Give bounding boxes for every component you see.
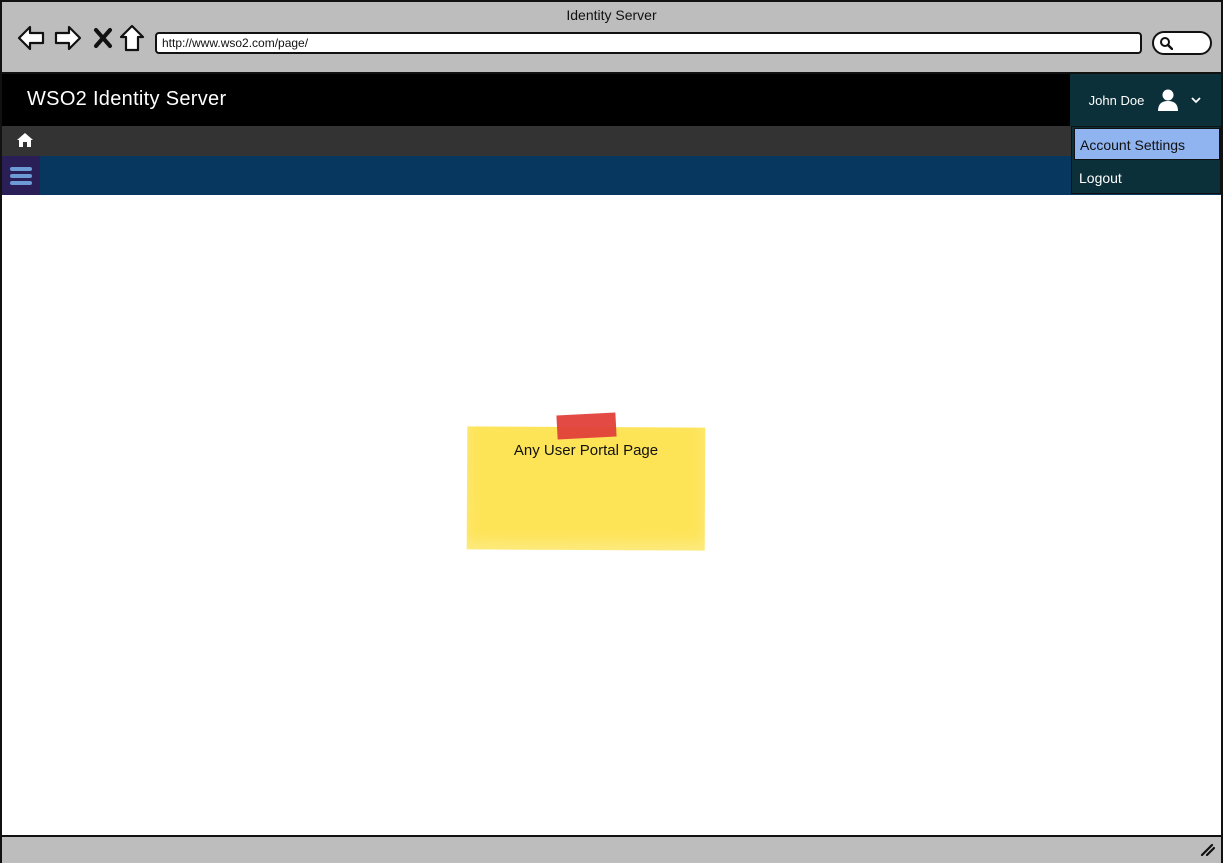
browser-chrome: Identity Server http://www.wso2.com/page… [2, 2, 1221, 74]
browser-status-bar [2, 835, 1221, 863]
home-icon[interactable] [117, 23, 147, 53]
hamburger-menu-button[interactable] [2, 156, 40, 195]
user-dropdown-menu: Account Settings Logout [1071, 126, 1221, 194]
resize-handle-icon[interactable] [1199, 842, 1216, 861]
sticky-note-tape [556, 412, 617, 440]
sticky-note-text: Any User Portal Page [513, 442, 659, 459]
address-bar[interactable]: http://www.wso2.com/page/ [155, 32, 1142, 54]
home-icon[interactable] [16, 132, 34, 153]
back-arrow-icon[interactable] [16, 23, 46, 53]
window-title: Identity Server [566, 7, 657, 23]
browser-window: Identity Server http://www.wso2.com/page… [0, 0, 1223, 863]
navigation-bar [2, 156, 1221, 195]
forward-arrow-icon[interactable] [53, 23, 83, 53]
stop-icon[interactable] [88, 23, 118, 53]
user-name: John Doe [1088, 92, 1145, 108]
search-icon [1160, 37, 1173, 50]
breadcrumb-bar [2, 126, 1221, 156]
app-title: WSO2 Identity Server [27, 88, 227, 110]
app-header: WSO2 Identity Server John Doe [2, 74, 1221, 126]
user-menu-toggle[interactable]: John Doe [1070, 74, 1221, 126]
hamburger-menu-icon [10, 166, 32, 185]
chevron-down-icon [1191, 97, 1201, 104]
user-icon [1158, 89, 1179, 111]
menu-item-account-settings[interactable]: Account Settings [1074, 128, 1220, 160]
browser-search-field[interactable] [1152, 31, 1212, 55]
menu-item-logout[interactable]: Logout [1074, 162, 1220, 194]
